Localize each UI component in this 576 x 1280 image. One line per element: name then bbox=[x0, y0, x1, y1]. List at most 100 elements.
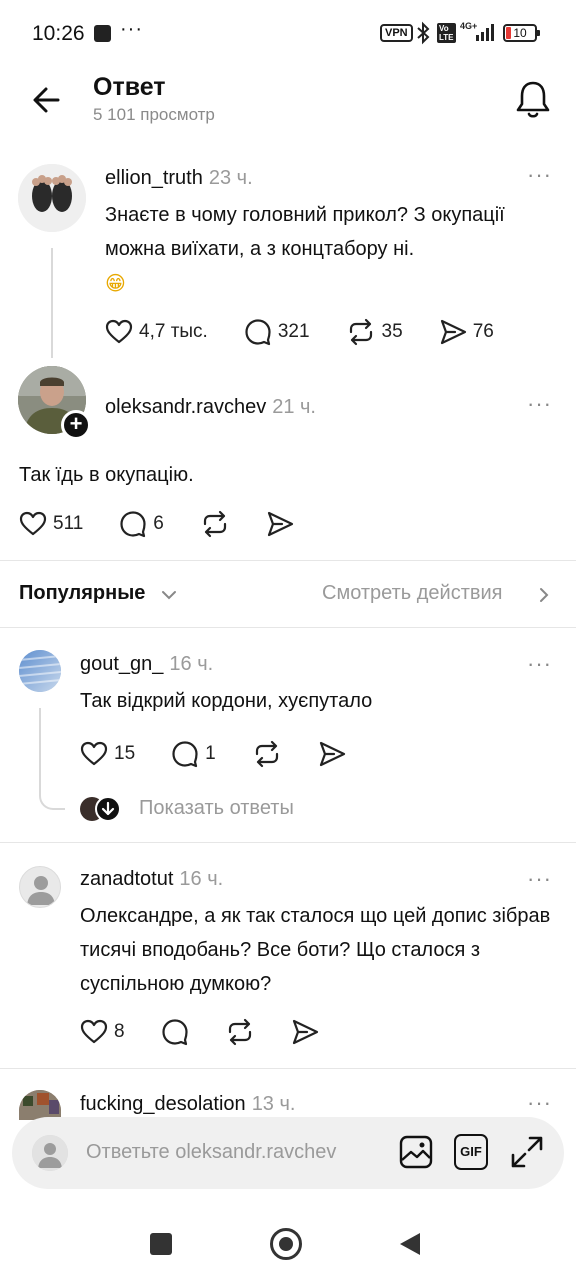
back-arrow-icon[interactable] bbox=[28, 80, 68, 120]
chevron-down-icon[interactable] bbox=[160, 586, 178, 604]
comment-button[interactable]: 321 bbox=[244, 318, 310, 346]
like-count: 4,7 тыс. bbox=[139, 321, 208, 342]
reply-author[interactable]: oleksandr.ravchev 21 ч. bbox=[105, 396, 316, 419]
like-button[interactable]: 4,7 тыс. bbox=[105, 318, 208, 346]
more-icon[interactable]: ··· bbox=[527, 1090, 552, 1116]
like-button[interactable]: 8 bbox=[80, 1018, 125, 1046]
share-button[interactable]: 76 bbox=[439, 318, 494, 346]
comment-button[interactable] bbox=[161, 1018, 189, 1046]
share-icon bbox=[267, 511, 293, 537]
post-time: 21 ч. bbox=[272, 396, 316, 418]
avatar-image bbox=[19, 650, 61, 692]
comment-time: 16 ч. bbox=[179, 868, 224, 890]
share-icon bbox=[440, 319, 466, 345]
like-button[interactable]: 15 bbox=[80, 740, 135, 768]
grinning-emoji: 😁 bbox=[105, 271, 126, 295]
battery-icon: 10 bbox=[503, 24, 540, 42]
comment-button[interactable]: 1 bbox=[171, 740, 216, 768]
bell-icon[interactable] bbox=[513, 78, 553, 120]
svg-text:4G+: 4G+ bbox=[460, 21, 477, 31]
repost-icon bbox=[349, 318, 372, 346]
vpn-icon: VPN bbox=[380, 24, 413, 42]
show-replies-link[interactable]: Показать ответы bbox=[139, 797, 294, 820]
back-button[interactable] bbox=[398, 1231, 422, 1257]
repost-icon bbox=[203, 510, 226, 538]
comment-author[interactable]: zanadtotut 16 ч. bbox=[80, 868, 223, 891]
post-time: 23 ч. bbox=[208, 167, 253, 189]
status-bar: 10:26 ··· VPN Vo LTE 4G+ 10 bbox=[0, 0, 576, 66]
comment-actions: 8 bbox=[80, 1018, 319, 1046]
share-count: 76 bbox=[472, 321, 494, 342]
system-nav-bar bbox=[0, 1200, 576, 1280]
reply-composer[interactable]: Ответьте oleksandr.ravchev GIF bbox=[12, 1117, 564, 1189]
volte-icon: Vo LTE bbox=[437, 23, 456, 43]
comment-actions: 15 1 bbox=[80, 740, 346, 768]
share-icon bbox=[319, 741, 345, 767]
post-text-body: Знаєте в чому головний прикол? З окупаці… bbox=[105, 204, 505, 260]
follow-button[interactable]: + bbox=[61, 410, 91, 440]
image-icon[interactable] bbox=[398, 1134, 434, 1170]
avatar-ellion-truth[interactable] bbox=[18, 164, 86, 232]
more-notifications-icon: ··· bbox=[120, 18, 143, 40]
avatar-image bbox=[19, 1090, 61, 1120]
username[interactable]: fucking_desolation bbox=[80, 1093, 246, 1115]
more-icon[interactable]: ··· bbox=[527, 162, 552, 188]
username[interactable]: ellion_truth bbox=[105, 167, 203, 189]
avatar-image bbox=[18, 164, 86, 232]
thread-connector bbox=[39, 708, 65, 810]
username[interactable]: oleksandr.ravchev bbox=[105, 396, 266, 418]
recent-apps-button[interactable] bbox=[150, 1233, 172, 1255]
comment-count: 1 bbox=[205, 743, 216, 764]
repost-icon bbox=[228, 1018, 251, 1046]
comment-count: 6 bbox=[153, 513, 164, 534]
default-avatar-icon bbox=[32, 1135, 68, 1171]
share-icon bbox=[292, 1019, 318, 1045]
signal-icon: 4G+ bbox=[460, 21, 494, 41]
comment-button[interactable]: 6 bbox=[119, 510, 164, 538]
divider bbox=[0, 560, 576, 561]
reply-avatars[interactable] bbox=[80, 796, 122, 823]
comment-icon bbox=[172, 741, 198, 768]
sort-dropdown[interactable]: Популярные bbox=[19, 582, 145, 605]
avatar-gout-gn[interactable] bbox=[19, 650, 61, 692]
username[interactable]: gout_gn_ bbox=[80, 653, 163, 675]
comment-icon bbox=[161, 1019, 188, 1046]
repost-button[interactable] bbox=[225, 1018, 255, 1046]
page-title: Ответ bbox=[93, 73, 166, 101]
like-count: 15 bbox=[114, 743, 136, 764]
repost-button[interactable] bbox=[200, 510, 230, 538]
comment-time: 13 ч. bbox=[251, 1093, 296, 1115]
expand-icon[interactable] bbox=[509, 1134, 545, 1170]
repost-icon bbox=[255, 740, 278, 768]
like-button[interactable]: 511 bbox=[19, 510, 83, 538]
repost-button[interactable] bbox=[252, 740, 282, 768]
avatar-fucking-desolation[interactable] bbox=[19, 1090, 61, 1120]
comment-author[interactable]: fucking_desolation 13 ч. bbox=[80, 1093, 295, 1116]
post-text: Знаєте в чому головний прикол? З окупаці… bbox=[105, 198, 565, 301]
comment-author[interactable]: gout_gn_ 16 ч. bbox=[80, 653, 213, 676]
home-button[interactable] bbox=[270, 1228, 302, 1260]
heart-icon bbox=[19, 511, 47, 536]
share-button[interactable] bbox=[291, 1018, 319, 1046]
avatar-zanadtotut[interactable] bbox=[19, 866, 61, 908]
gif-button[interactable]: GIF bbox=[454, 1134, 488, 1170]
post-actions: 4,7 тыс. 321 35 76 bbox=[105, 318, 494, 346]
chevron-right-icon[interactable] bbox=[537, 586, 551, 604]
divider bbox=[0, 1068, 576, 1069]
more-icon[interactable]: ··· bbox=[527, 651, 552, 677]
repost-button[interactable]: 35 bbox=[346, 318, 403, 346]
divider bbox=[0, 627, 576, 628]
view-activity-link[interactable]: Смотреть действия bbox=[322, 582, 503, 605]
like-count: 8 bbox=[114, 1021, 125, 1042]
bluetooth-icon bbox=[417, 21, 430, 45]
more-icon[interactable]: ··· bbox=[527, 391, 552, 417]
share-button[interactable] bbox=[318, 740, 346, 768]
reply-input[interactable]: Ответьте oleksandr.ravchev bbox=[86, 1141, 336, 1164]
share-button[interactable] bbox=[266, 510, 294, 538]
username[interactable]: zanadtotut bbox=[80, 868, 173, 890]
post-author[interactable]: ellion_truth 23 ч. bbox=[105, 167, 253, 190]
more-icon[interactable]: ··· bbox=[527, 866, 552, 892]
heart-icon bbox=[80, 1019, 108, 1044]
repost-count: 35 bbox=[381, 321, 403, 342]
reply-text: Так їдь в окупацію. bbox=[19, 464, 194, 486]
